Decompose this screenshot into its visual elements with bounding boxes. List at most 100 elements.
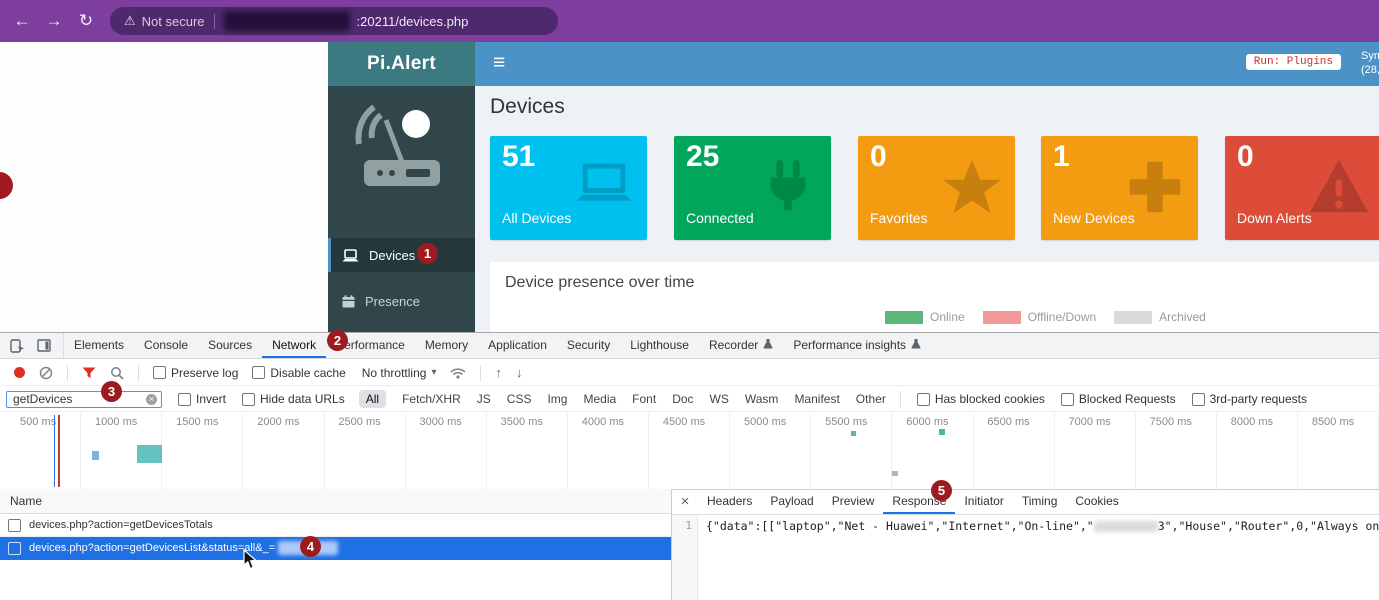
experiment-icon	[911, 333, 921, 358]
close-icon[interactable]: ×	[672, 493, 698, 510]
devtools-tab-memory[interactable]: Memory	[415, 333, 478, 358]
filter-type-img[interactable]: Img	[547, 392, 567, 406]
disable-cache-checkbox[interactable]: Disable cache	[252, 366, 345, 380]
checkbox-label: Blocked Requests	[1079, 392, 1176, 406]
summary-card-all-devices[interactable]: 51 All Devices	[490, 136, 647, 240]
legend-label: Offline/Down	[1028, 310, 1096, 324]
summary-card-connected[interactable]: 25 Connected	[674, 136, 831, 240]
timeline-tick: 5000 ms	[730, 413, 811, 489]
filter-type-css[interactable]: CSS	[507, 392, 532, 406]
clear-filter-icon[interactable]: ×	[146, 394, 157, 405]
timeline-tick: 3500 ms	[487, 413, 568, 489]
timeline-tick: 7000 ms	[1055, 413, 1136, 489]
timeline-activity	[892, 471, 898, 476]
card-label: Connected	[686, 210, 754, 226]
run-plugins-button[interactable]: Run: Plugins	[1246, 54, 1341, 70]
request-row-get-devices-list[interactable]: devices.php?action=getDevicesList&status…	[0, 537, 671, 560]
card-value: 0	[1237, 140, 1254, 174]
record-button[interactable]	[14, 367, 25, 378]
filter-type-media[interactable]: Media	[583, 392, 616, 406]
router-logo-icon	[350, 102, 454, 211]
response-text-before: {"data":[["laptop","Net - Huawei","Inter…	[706, 519, 1094, 533]
filter-icon[interactable]	[82, 367, 96, 379]
filter-type-ws[interactable]: WS	[710, 392, 729, 406]
sidebar-item-presence[interactable]: Presence	[328, 284, 475, 318]
summary-card-new-devices[interactable]: 1 New Devices	[1041, 136, 1198, 240]
network-conditions-icon[interactable]	[450, 367, 466, 379]
filter-type-wasm[interactable]: Wasm	[745, 392, 779, 406]
dock-side-icon[interactable]	[37, 339, 51, 352]
filter-type-manifest[interactable]: Manifest	[794, 392, 839, 406]
checkbox-label: Has blocked cookies	[935, 392, 1045, 406]
forward-icon[interactable]: →	[38, 11, 70, 31]
timeline-tick: 4000 ms	[568, 413, 649, 489]
filter-type-js[interactable]: JS	[477, 392, 491, 406]
third-party-requests-checkbox[interactable]: 3rd-party requests	[1192, 392, 1307, 406]
line-number-gutter: 1	[672, 515, 698, 600]
sidebar-item-devices[interactable]: Devices	[328, 238, 475, 272]
summary-card-down-alerts[interactable]: 0 Down Alerts	[1225, 136, 1379, 240]
navbar-right-text: Sym (28,	[1361, 49, 1379, 77]
detail-tab-preview[interactable]: Preview	[823, 489, 884, 514]
import-har-icon[interactable]: ↑	[495, 365, 502, 380]
invert-checkbox[interactable]: Invert	[178, 392, 226, 406]
detail-tab-payload[interactable]: Payload	[761, 489, 822, 514]
has-blocked-cookies-checkbox[interactable]: Has blocked cookies	[917, 392, 1045, 406]
devtools-tab-network[interactable]: Network	[262, 333, 326, 358]
app-logo[interactable]: Pi.Alert	[328, 42, 475, 86]
request-list-header[interactable]: Name	[0, 489, 671, 514]
devtools-tab-performance-insights[interactable]: Performance insights	[783, 333, 931, 358]
search-icon[interactable]	[110, 366, 124, 380]
legend-swatch	[885, 311, 923, 324]
filter-type-all[interactable]: All	[359, 390, 386, 408]
hide-data-urls-checkbox[interactable]: Hide data URLs	[242, 392, 345, 406]
inspect-device-icon[interactable]	[10, 339, 25, 353]
load-event-line	[58, 415, 60, 487]
filter-type-font[interactable]: Font	[632, 392, 656, 406]
request-row-get-devices-totals[interactable]: devices.php?action=getDevicesTotals	[0, 514, 671, 537]
network-overview-timeline[interactable]: 500 ms 1000 ms 1500 ms 2000 ms 2500 ms 3…	[0, 413, 1379, 490]
devtools-tab-recorder[interactable]: Recorder	[699, 333, 783, 358]
menu-icon[interactable]: ≡	[493, 51, 505, 75]
timeline-tick: 5500 ms	[811, 413, 892, 489]
filter-type-doc[interactable]: Doc	[672, 392, 693, 406]
detail-tab-headers[interactable]: Headers	[698, 489, 761, 514]
devtools-tab-lighthouse[interactable]: Lighthouse	[620, 333, 699, 358]
devtools-tab-application[interactable]: Application	[478, 333, 557, 358]
checkbox-label: Preserve log	[171, 366, 238, 380]
browser-toolbar: ← → ↻ ⚠ Not secure :20211/devices.php	[0, 0, 1379, 42]
clear-network-log-icon[interactable]	[39, 366, 53, 380]
throttling-select[interactable]: No throttling ▾	[362, 366, 437, 380]
experiment-icon	[763, 333, 773, 358]
address-bar[interactable]: ⚠ Not secure :20211/devices.php	[110, 7, 558, 35]
sidebar-item-label: Devices	[369, 248, 415, 263]
redacted-response-value	[1094, 521, 1158, 532]
devtools-tab-security[interactable]: Security	[557, 333, 620, 358]
step-annotation-2: 2	[327, 330, 348, 351]
refresh-icon[interactable]: ↻	[70, 11, 102, 31]
summary-card-favorites[interactable]: 0 Favorites	[858, 136, 1015, 240]
toolbar-divider	[67, 365, 68, 381]
devtools-tab-elements[interactable]: Elements	[64, 333, 134, 358]
legend-item-archived[interactable]: Archived	[1114, 310, 1206, 324]
detail-tab-initiator[interactable]: Initiator	[955, 489, 1012, 514]
legend-item-online[interactable]: Online	[885, 310, 965, 324]
legend-item-offline-down[interactable]: Offline/Down	[983, 310, 1096, 324]
back-icon[interactable]: ←	[6, 11, 38, 31]
card-label: Down Alerts	[1237, 210, 1312, 226]
detail-tab-cookies[interactable]: Cookies	[1066, 489, 1127, 514]
blocked-requests-checkbox[interactable]: Blocked Requests	[1061, 392, 1176, 406]
devtools-tab-sources[interactable]: Sources	[198, 333, 262, 358]
request-checkbox[interactable]	[8, 519, 21, 532]
filter-type-fetch-xhr[interactable]: Fetch/XHR	[402, 392, 461, 406]
page-area: Pi.Alert Devices	[0, 42, 1379, 332]
filter-type-other[interactable]: Other	[856, 392, 886, 406]
devtools-tab-console[interactable]: Console	[134, 333, 198, 358]
not-secure-warning-icon[interactable]: ⚠	[124, 13, 136, 29]
request-checkbox[interactable]	[8, 542, 21, 555]
devtools-tab-bar: Elements Console Sources Network Perform…	[0, 333, 1379, 359]
legend-label: Online	[930, 310, 965, 324]
detail-tab-timing[interactable]: Timing	[1013, 489, 1067, 514]
export-har-icon[interactable]: ↓	[516, 365, 523, 380]
preserve-log-checkbox[interactable]: Preserve log	[153, 366, 238, 380]
